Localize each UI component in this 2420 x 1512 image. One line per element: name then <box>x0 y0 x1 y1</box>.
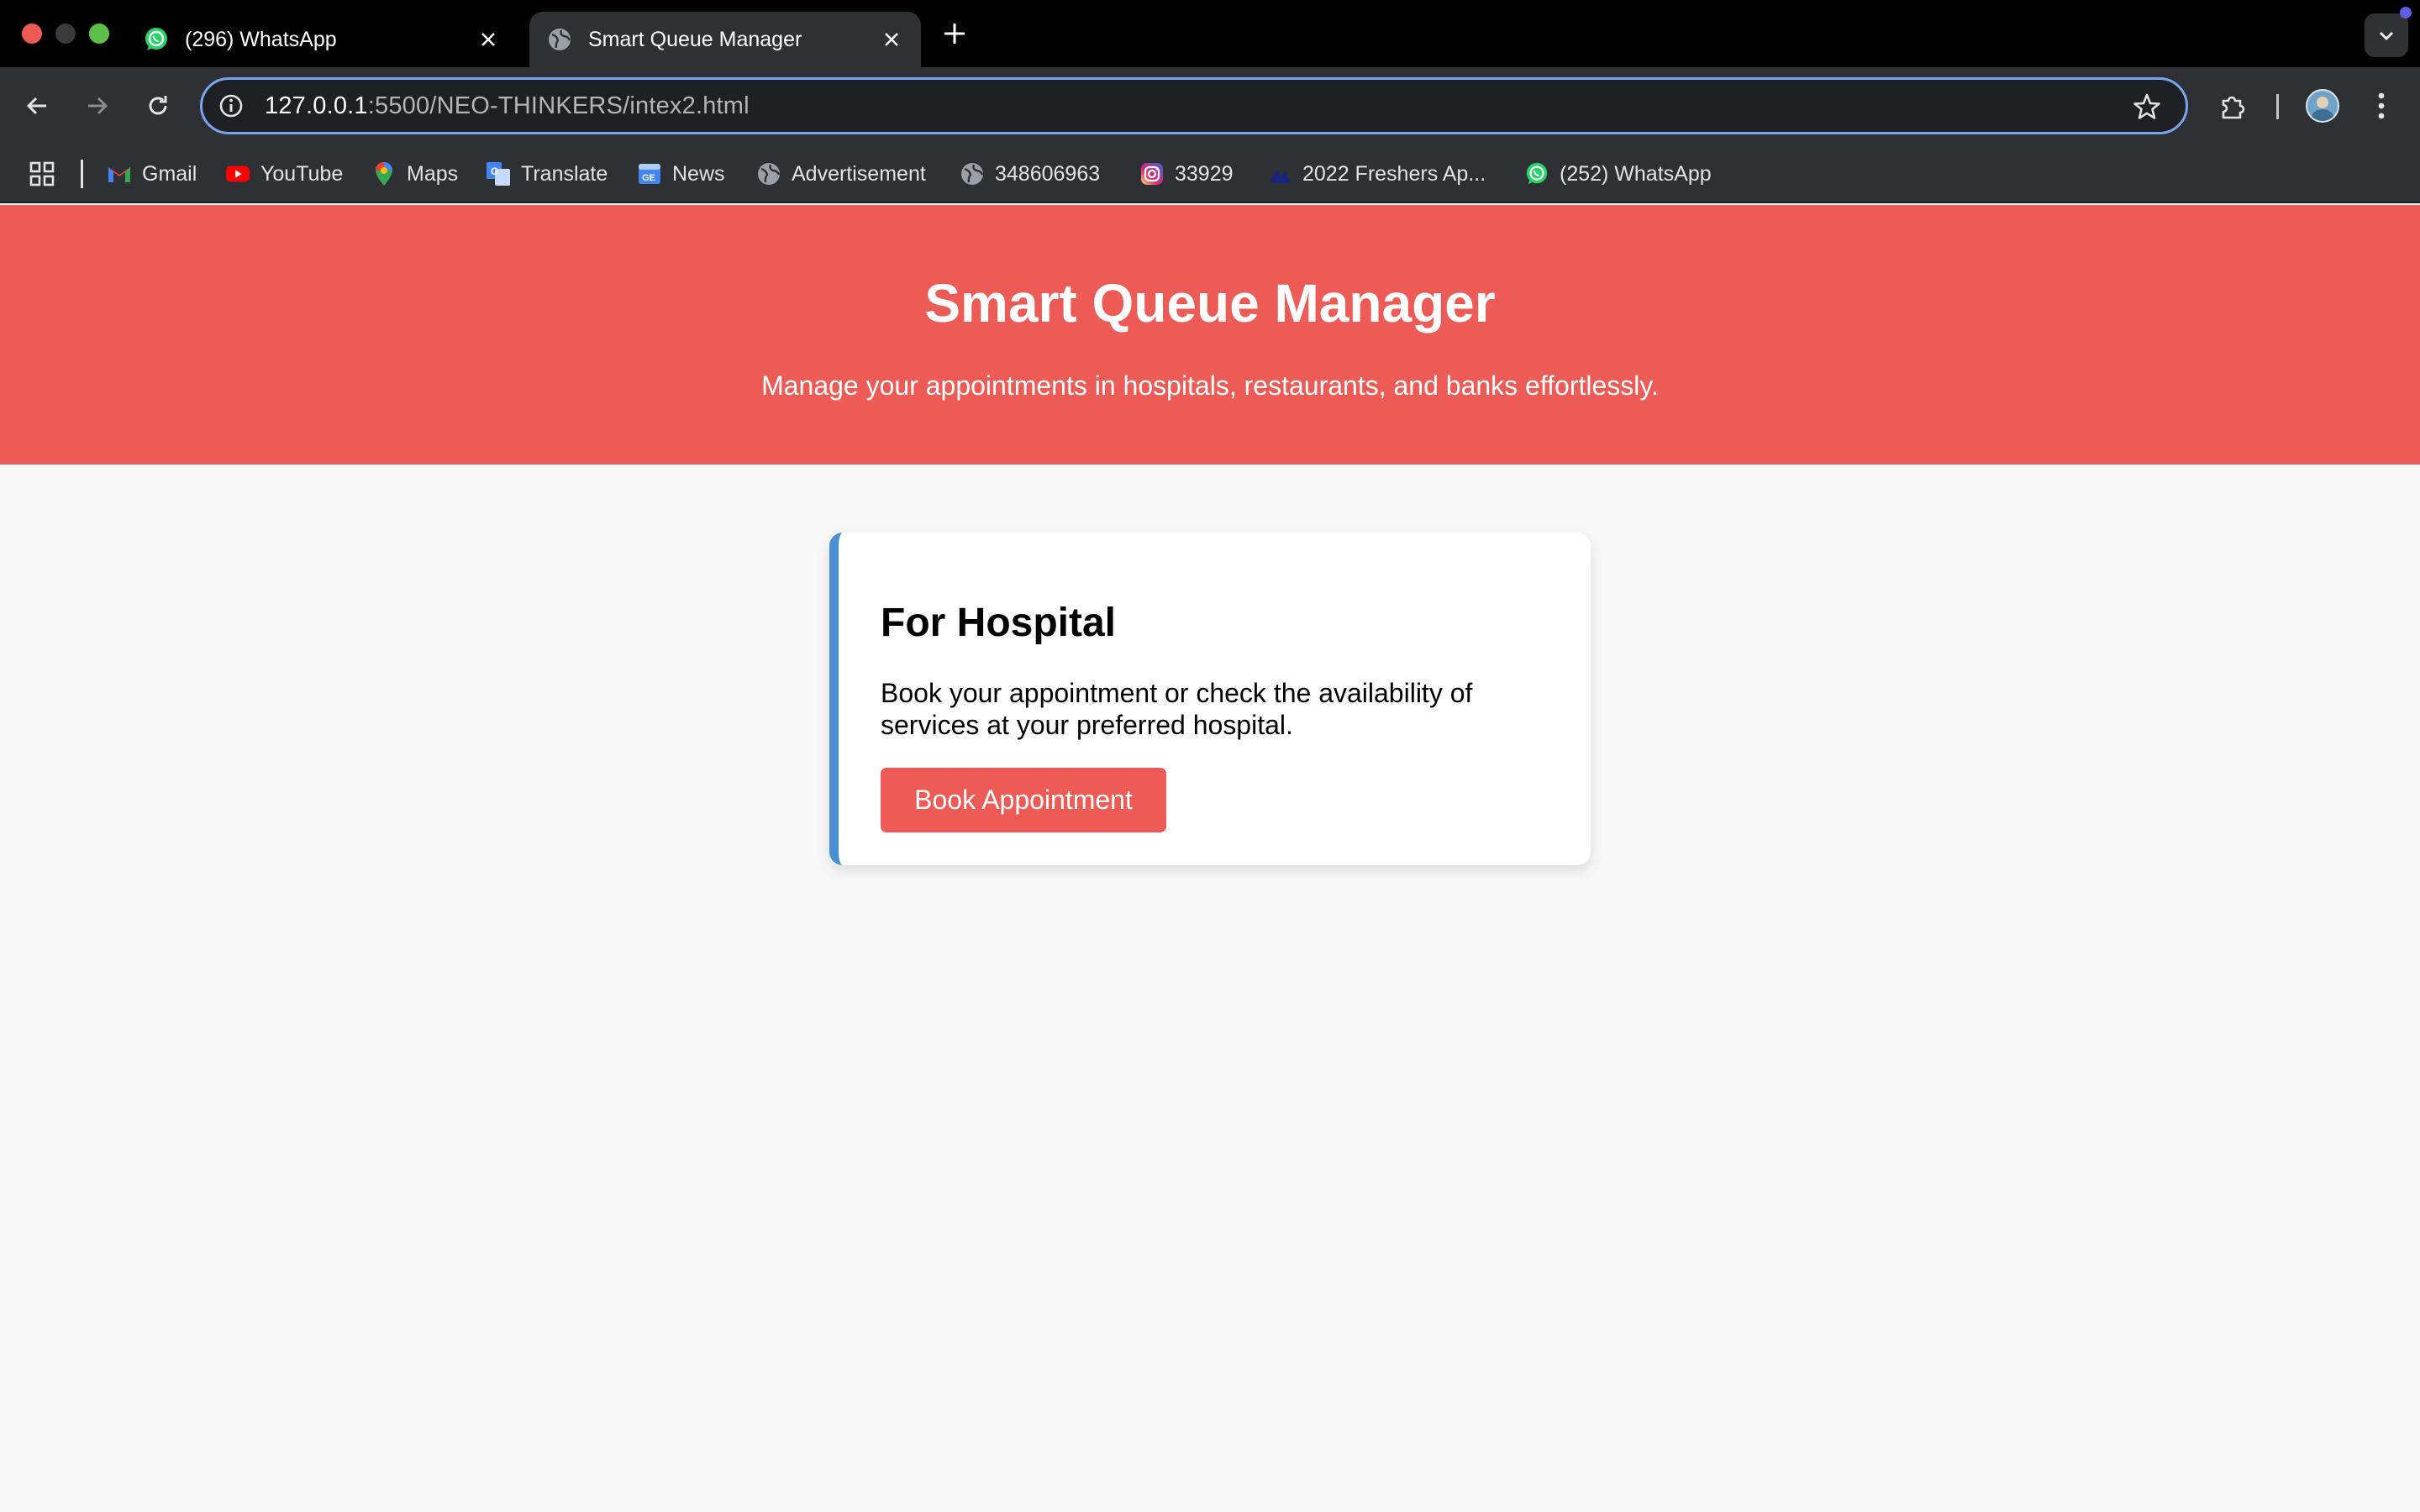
bookmark-label: News <box>672 161 725 186</box>
reload-icon <box>149 96 167 115</box>
bookmark-label: Gmail <box>142 161 197 186</box>
bookmark-33929[interactable]: 33929 <box>1139 160 1234 188</box>
bookmark-label: Maps <box>407 161 459 186</box>
bookmark-label: Translate <box>521 161 608 186</box>
youtube-icon <box>225 161 250 186</box>
card-description: Book your appointment or check the avail… <box>881 678 1473 740</box>
bookmark-label: YouTube <box>260 161 344 186</box>
translate-icon: G <box>486 161 511 186</box>
bookmark-maps[interactable]: Maps <box>371 160 458 188</box>
news-icon: GE <box>637 161 662 186</box>
tab-title: (296) WhatsApp <box>185 27 337 51</box>
bookmark-translate[interactable]: G Translate <box>486 160 608 188</box>
puzzle-icon <box>2222 96 2245 119</box>
apps-grid-icon <box>29 161 55 186</box>
arrow-left-icon <box>26 97 46 115</box>
svg-text:GE: GE <box>642 173 655 183</box>
bookmark-news[interactable]: GE News <box>637 160 725 188</box>
tab-title: Smart Queue Manager <box>588 27 802 51</box>
browser-toolbar: 127.0.0.1:5500/NEO-THINKERS/intex2.html <box>0 67 2420 144</box>
extensions-button[interactable] <box>2213 86 2254 126</box>
new-tab-icon[interactable] <box>941 20 968 47</box>
site-info-icon[interactable] <box>214 89 248 123</box>
tab-whatsapp[interactable]: (296) WhatsApp <box>139 12 518 67</box>
window-minimize-button[interactable] <box>55 24 76 44</box>
arrow-right-icon <box>88 97 108 115</box>
tab-strip: (296) WhatsApp Smart Queue Manager <box>0 0 2420 67</box>
page-subtitle: Manage your appointments in hospitals, r… <box>761 370 1659 401</box>
kebab-menu-icon <box>2378 92 2385 119</box>
tab-search-button[interactable] <box>2365 13 2408 57</box>
whatsapp-icon <box>143 26 170 53</box>
svg-text:G: G <box>491 165 498 177</box>
tab-smart-queue-manager[interactable]: Smart Queue Manager <box>529 12 921 67</box>
whatsapp-icon <box>1524 161 1549 186</box>
book-appointment-button[interactable]: Book Appointment <box>881 768 1166 832</box>
page-header: Smart Queue Manager Manage your appointm… <box>0 205 2420 465</box>
hospital-card: For Hospital Book your appointment or ch… <box>829 533 1591 865</box>
globe-icon <box>960 161 985 186</box>
close-tab-icon[interactable] <box>477 29 499 50</box>
apps-button[interactable] <box>29 160 55 188</box>
toolbar-divider <box>2276 94 2279 119</box>
reload-button[interactable] <box>141 89 175 123</box>
bookmark-site-icon <box>1267 161 1292 186</box>
bookmark-gmail[interactable]: Gmail <box>107 160 197 188</box>
url-host: 127.0.0.1 <box>265 92 368 119</box>
url-path: :5500/NEO-THINKERS/intex2.html <box>367 92 750 119</box>
notification-dot <box>2400 7 2412 18</box>
bookmarks-bar: Gmail YouTube Maps G Translate GE News A… <box>0 144 2420 203</box>
bookmark-whatsapp[interactable]: (252) WhatsApp <box>1524 160 1712 188</box>
forward-button[interactable] <box>81 89 114 123</box>
bookmark-label: Advertisement <box>792 161 926 186</box>
profile-button[interactable] <box>2302 86 2343 126</box>
address-bar[interactable]: 127.0.0.1:5500/NEO-THINKERS/intex2.html <box>200 77 2188 134</box>
close-tab-icon[interactable] <box>881 29 902 50</box>
back-button[interactable] <box>20 89 54 123</box>
page-title: Smart Queue Manager <box>924 273 1496 333</box>
globe-icon <box>546 26 573 53</box>
bookmark-youtube[interactable]: YouTube <box>225 160 343 188</box>
bookmark-348606963[interactable]: 348606963 <box>960 160 1100 188</box>
bookmark-label: 33929 <box>1175 161 1234 186</box>
maps-icon <box>371 161 397 186</box>
bookmark-star-icon[interactable] <box>2132 92 2162 122</box>
bookmark-label: 348606963 <box>995 161 1101 186</box>
url-text: 127.0.0.1:5500/NEO-THINKERS/intex2.html <box>265 92 750 120</box>
card-title: For Hospital <box>881 601 1117 645</box>
globe-icon <box>756 161 781 186</box>
bookmarks-divider <box>81 160 83 188</box>
browser-menu-button[interactable] <box>2365 86 2398 126</box>
chevron-down-icon <box>2380 32 2393 40</box>
window-close-button[interactable] <box>22 24 42 44</box>
bookmark-label: 2022 Freshers Ap... <box>1302 161 1486 186</box>
bookmark-2022-freshers[interactable]: 2022 Freshers Ap... <box>1267 160 1486 188</box>
window-maximize-button[interactable] <box>89 24 109 44</box>
bookmark-advertisement[interactable]: Advertisement <box>756 160 926 188</box>
avatar <box>2306 89 2339 123</box>
instagram-icon <box>1139 161 1165 186</box>
gmail-icon <box>107 161 132 186</box>
bookmark-label: (252) WhatsApp <box>1560 161 1712 186</box>
